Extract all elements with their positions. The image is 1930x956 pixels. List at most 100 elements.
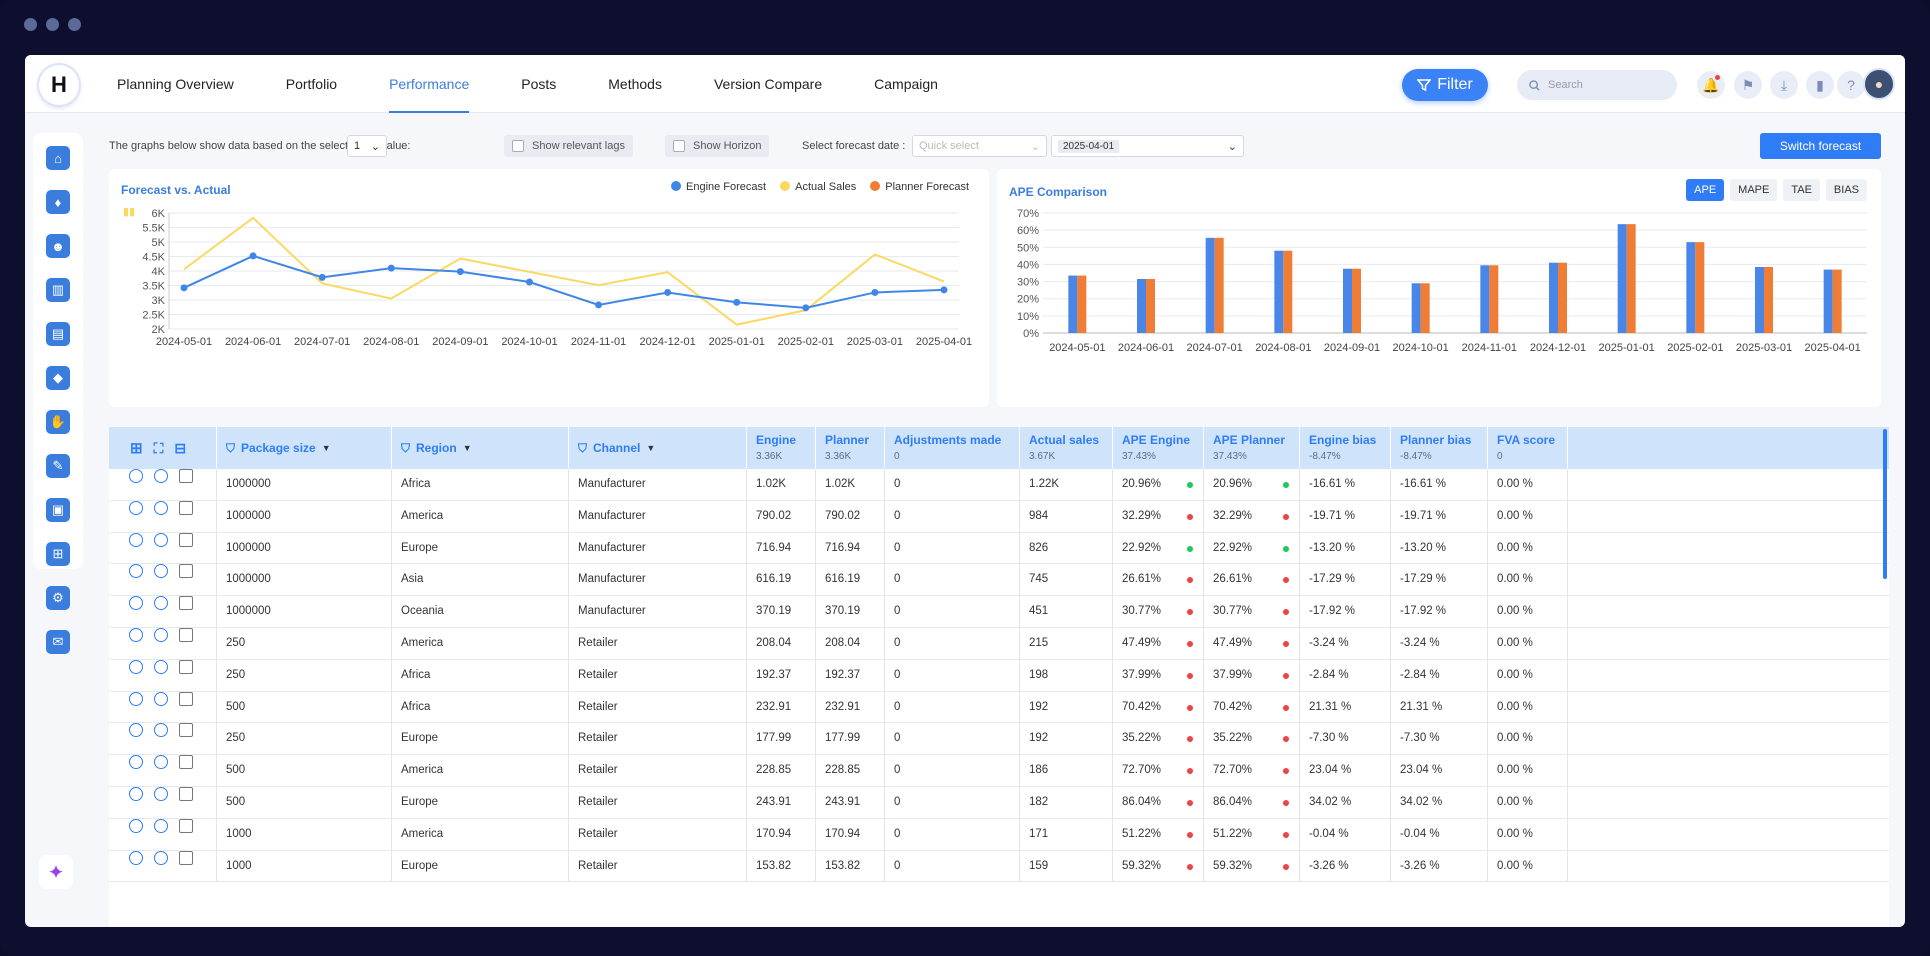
forecast-date-select[interactable]: 2025-04-01 ⌄ — [1051, 135, 1244, 157]
info-icon[interactable] — [154, 723, 168, 738]
window-dot-icon[interactable] — [24, 18, 37, 31]
info-icon[interactable] — [154, 659, 168, 674]
bar-planner[interactable] — [1832, 269, 1842, 333]
table-row[interactable]: 1000000 Africa Manufacturer 1.02K 1.02K 0 1.22… — [109, 469, 1889, 501]
navigate-icon[interactable] — [129, 564, 143, 579]
column-header-planner[interactable]: Planner 3.36K — [816, 427, 885, 469]
row-checkbox[interactable] — [179, 755, 193, 770]
bar-engine[interactable] — [1823, 269, 1833, 333]
table-row[interactable]: 500 Europe Retailer 243.91 243.91 0 182 86.04% 8… — [109, 786, 1889, 819]
data-point[interactable] — [456, 268, 464, 276]
bar-planner[interactable] — [1626, 224, 1636, 333]
tab-version-compare[interactable]: Version Compare — [714, 55, 822, 113]
column-header-engine[interactable]: Engine 3.36K — [747, 427, 816, 469]
row-checkbox[interactable] — [179, 850, 193, 865]
info-icon[interactable] — [154, 469, 168, 483]
data-point[interactable] — [733, 298, 741, 306]
column-header-ape-engine[interactable]: APE Engine 37.43% — [1113, 427, 1204, 469]
user-icon[interactable]: ☻ — [46, 234, 70, 258]
data-point[interactable] — [802, 304, 810, 312]
bar-planner[interactable] — [1352, 268, 1361, 333]
user-avatar[interactable]: ● — [1863, 68, 1895, 100]
tab-methods[interactable]: Methods — [608, 55, 662, 113]
bar-engine[interactable] — [1617, 224, 1627, 333]
column-header-ape-planner[interactable]: APE Planner 37.43% — [1204, 427, 1300, 469]
navigate-icon[interactable] — [129, 659, 143, 674]
info-icon[interactable] — [154, 564, 168, 579]
filter-icon[interactable]: ⛉ — [226, 441, 235, 456]
navigate-icon[interactable] — [129, 469, 143, 483]
sort-caret-icon[interactable]: ▼ — [463, 443, 472, 453]
info-icon[interactable] — [154, 691, 168, 706]
table-row[interactable]: 1000 Europe Retailer 153.82 153.82 0 159 59.32%… — [109, 850, 1889, 883]
settings-icon[interactable]: ⚙ — [46, 586, 70, 610]
column-header-fva-score[interactable]: FVA score 0 — [1488, 427, 1568, 469]
row-checkbox[interactable] — [179, 500, 193, 515]
filter-icon[interactable]: ⛉ — [401, 441, 410, 456]
data-point[interactable] — [180, 284, 188, 292]
info-icon[interactable] — [154, 786, 168, 801]
notification-bell-icon[interactable]: 🔔 — [1697, 71, 1725, 99]
bar-engine[interactable] — [1755, 267, 1764, 333]
table-scrollbar[interactable] — [1883, 429, 1887, 579]
analytics-icon[interactable]: ▥ — [46, 278, 70, 302]
table-row[interactable]: 1000000 Oceania Manufacturer 370.19 370.19 0 4… — [109, 596, 1889, 628]
info-icon[interactable] — [154, 755, 168, 770]
table-row[interactable]: 250 America Retailer 208.04 208.04 0 215 47.49%… — [109, 627, 1889, 660]
filter-button[interactable]: Filter — [1402, 69, 1488, 101]
info-icon[interactable] — [154, 627, 168, 642]
navigate-icon[interactable] — [129, 818, 143, 833]
bar-engine[interactable] — [1343, 268, 1352, 333]
data-point[interactable] — [525, 278, 533, 286]
bar-engine[interactable] — [1274, 250, 1284, 333]
bar-engine[interactable] — [1205, 237, 1215, 333]
bar-planner[interactable] — [1558, 262, 1567, 333]
info-icon[interactable] — [154, 532, 168, 547]
bar-engine[interactable] — [1068, 275, 1078, 333]
bar-engine[interactable] — [1137, 279, 1146, 333]
navigate-icon[interactable] — [129, 755, 143, 770]
column-header-region[interactable]: ⛉ Region ▼ — [392, 427, 569, 469]
sort-caret-icon[interactable]: ▼ — [646, 443, 655, 453]
row-checkbox[interactable] — [179, 532, 193, 547]
row-checkbox[interactable] — [179, 786, 193, 801]
tab-portfolio[interactable]: Portfolio — [286, 55, 337, 113]
data-point[interactable] — [387, 264, 395, 272]
sort-caret-icon[interactable]: ▼ — [322, 443, 331, 453]
column-header-engine-bias[interactable]: Engine bias -8.47% — [1300, 427, 1391, 469]
alerts-icon[interactable]: ♦ — [46, 190, 70, 214]
navigate-icon[interactable] — [129, 691, 143, 706]
window-dot-icon[interactable] — [46, 18, 59, 31]
tab-performance[interactable]: Performance — [389, 55, 470, 113]
edit-icon[interactable]: ✎ — [46, 454, 70, 478]
expand-icon[interactable]: ⛶ — [154, 440, 164, 457]
table-row[interactable]: 500 Africa Retailer 232.91 232.91 0 192 70.42% 7… — [109, 691, 1889, 724]
bar-engine[interactable] — [1411, 283, 1421, 333]
hand-icon[interactable]: ✋ — [46, 410, 70, 434]
bookmark-icon[interactable]: ⚑ — [1734, 71, 1762, 99]
show-relevant-lags-checkbox[interactable]: Show relevant lags — [504, 135, 633, 157]
table-row[interactable]: 1000000 Asia Manufacturer 616.19 616.19 0 745 2… — [109, 564, 1889, 597]
data-point[interactable] — [249, 252, 257, 260]
mail-icon[interactable]: ✉ — [46, 630, 70, 654]
row-checkbox[interactable] — [179, 564, 193, 579]
tab-posts[interactable]: Posts — [521, 55, 556, 113]
help-icon[interactable]: ? — [1837, 71, 1865, 99]
bar-engine[interactable] — [1686, 242, 1696, 333]
navigate-icon[interactable] — [129, 500, 143, 515]
lag-select[interactable]: 1 ⌄ — [347, 135, 387, 157]
navigate-icon[interactable] — [129, 723, 143, 738]
column-header-planner-bias[interactable]: Planner bias -8.47% — [1391, 427, 1488, 469]
row-checkbox[interactable] — [179, 596, 193, 611]
factory-icon[interactable]: ▤ — [46, 322, 70, 346]
bar-engine[interactable] — [1480, 265, 1490, 333]
app-logo[interactable]: H — [39, 65, 79, 105]
column-header-adjustments-made[interactable]: Adjustments made 0 — [885, 427, 1020, 469]
tab-campaign[interactable]: Campaign — [874, 55, 938, 113]
row-checkbox[interactable] — [179, 723, 193, 738]
bar-planner[interactable] — [1146, 279, 1155, 333]
download-icon[interactable]: ⤓ — [1770, 71, 1798, 99]
quick-select[interactable]: Quick select ⌄ — [912, 135, 1047, 157]
table-row[interactable]: 250 Africa Retailer 192.37 192.37 0 198 37.99% 3… — [109, 659, 1889, 692]
bar-planner[interactable] — [1489, 265, 1499, 333]
